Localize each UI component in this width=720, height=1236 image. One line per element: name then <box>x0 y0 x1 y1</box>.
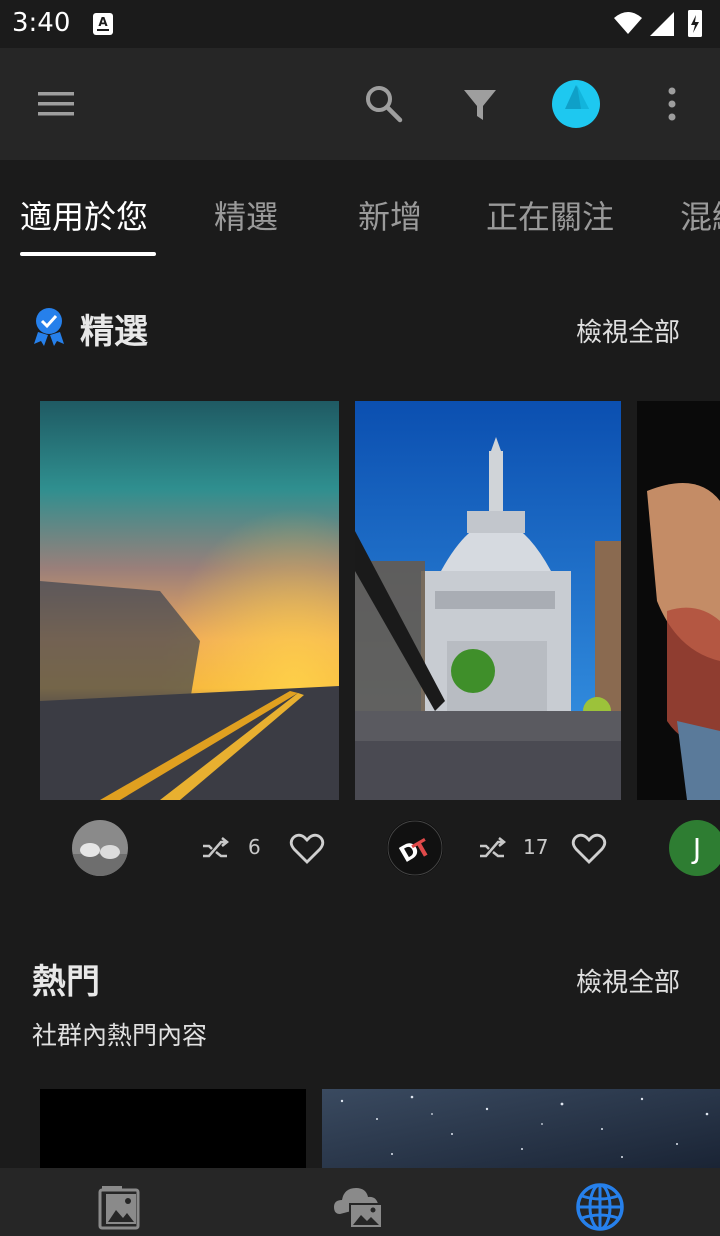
heart-icon[interactable] <box>289 832 325 866</box>
more-vert-icon <box>668 87 676 121</box>
search-icon <box>366 86 403 123</box>
tab-new[interactable]: 新增 <box>358 192 422 254</box>
bottom-navigation <box>0 1168 720 1236</box>
library-icon <box>98 1186 140 1230</box>
featured-section-title: 精選 <box>80 312 148 352</box>
nav-discover[interactable] <box>572 1182 628 1232</box>
tab-featured[interactable]: 精選 <box>214 192 278 254</box>
remix-count: 17 <box>523 835 549 859</box>
popular-photo-1[interactable] <box>40 1089 306 1168</box>
menu-button[interactable] <box>28 76 84 132</box>
featured-card-3-meta: J <box>669 820 720 878</box>
popular-photo-2[interactable] <box>322 1089 720 1168</box>
filter-button[interactable] <box>452 76 508 132</box>
tab-for-you[interactable]: 適用於您 <box>20 192 148 254</box>
featured-view-all-link[interactable]: 檢視全部 <box>576 312 680 349</box>
notification-icon: A <box>93 13 113 35</box>
featured-photo-2[interactable] <box>355 401 621 800</box>
heart-icon[interactable] <box>571 832 607 866</box>
popular-section-title: 熱門 <box>32 962 100 1002</box>
popular-section-subtitle: 社群內熱門內容 <box>32 1021 208 1050</box>
tab-following[interactable]: 正在關注 <box>486 192 614 254</box>
discover-tabs: 適用於您 精選 新增 正在關注 混編 <box>0 160 720 256</box>
nav-library[interactable] <box>92 1182 148 1232</box>
remix-icon[interactable] <box>200 834 230 864</box>
filter-icon <box>464 90 496 120</box>
more-options-button[interactable] <box>644 76 700 132</box>
featured-photo-1[interactable] <box>40 401 339 800</box>
popular-view-all-link[interactable]: 檢視全部 <box>576 962 680 999</box>
featured-card-1-meta: 6 <box>72 820 332 878</box>
featured-card-2-meta: D T 17 <box>387 820 627 878</box>
active-tab-indicator <box>20 252 156 256</box>
battery-charging-icon <box>688 10 702 37</box>
discover-globe-icon <box>576 1183 624 1231</box>
author-avatar[interactable] <box>72 820 128 876</box>
status-time: 3:40 <box>12 8 71 38</box>
author-avatar[interactable]: D T <box>387 820 443 876</box>
system-status-icons <box>614 10 702 37</box>
top-app-bar <box>0 48 720 160</box>
status-bar: 3:40 A <box>0 0 720 48</box>
nav-cloud-photos[interactable] <box>332 1182 388 1232</box>
featured-photo-3[interactable] <box>637 401 720 800</box>
wifi-icon <box>614 12 642 34</box>
remix-count: 6 <box>248 835 261 859</box>
award-badge-icon <box>34 308 64 346</box>
profile-avatar-button[interactable] <box>548 76 604 132</box>
author-avatar[interactable]: J <box>669 820 720 876</box>
cloud-photos-icon <box>334 1188 383 1229</box>
menu-icon <box>38 92 74 116</box>
profile-avatar <box>552 80 600 128</box>
tab-remix[interactable]: 混編 <box>680 192 720 254</box>
remix-icon[interactable] <box>477 834 507 864</box>
search-button[interactable] <box>356 76 412 132</box>
signal-icon <box>650 12 674 36</box>
